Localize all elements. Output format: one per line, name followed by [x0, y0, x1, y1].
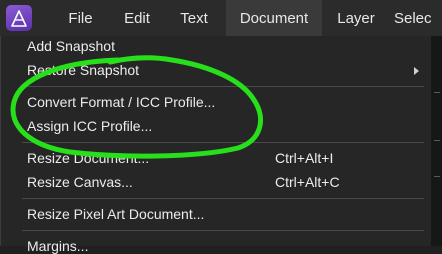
menu-edit[interactable]: Edit — [112, 0, 162, 36]
affinity-photo-logo-icon[interactable] — [6, 5, 32, 31]
menu-document[interactable]: Document — [226, 0, 322, 36]
chevron-right-icon — [414, 67, 419, 75]
menu-bar: File Edit Text Document Layer Selec — [0, 0, 442, 36]
menu-layer[interactable]: Layer — [326, 0, 386, 36]
menu-item-restore-snapshot[interactable]: Restore Snapshot — [27, 62, 139, 78]
menu-separator — [22, 230, 424, 231]
menu-item-assign-icc-profile[interactable]: Assign ICC Profile... — [27, 118, 152, 134]
menu-separator — [22, 86, 424, 87]
menu-select[interactable]: Selec — [394, 0, 432, 36]
menu-item-resize-canvas[interactable]: Resize Canvas... — [27, 174, 133, 190]
shortcut-resize-document: Ctrl+Alt+I — [275, 150, 334, 166]
menu-item-convert-format-icc-profile[interactable]: Convert Format / ICC Profile... — [27, 94, 215, 110]
menu-separator — [22, 198, 424, 199]
shortcut-resize-canvas: Ctrl+Alt+C — [275, 174, 340, 190]
menu-file[interactable]: File — [55, 0, 106, 36]
background-panel-edge — [431, 36, 442, 246]
menu-item-resize-pixel-art-document[interactable]: Resize Pixel Art Document... — [27, 206, 204, 222]
menu-separator — [22, 142, 424, 143]
menu-item-margins[interactable]: Margins... — [27, 238, 88, 254]
menu-item-resize-document[interactable]: Resize Document... — [27, 150, 149, 166]
menu-text[interactable]: Text — [168, 0, 220, 36]
menu-item-add-snapshot[interactable]: Add Snapshot — [27, 38, 115, 54]
